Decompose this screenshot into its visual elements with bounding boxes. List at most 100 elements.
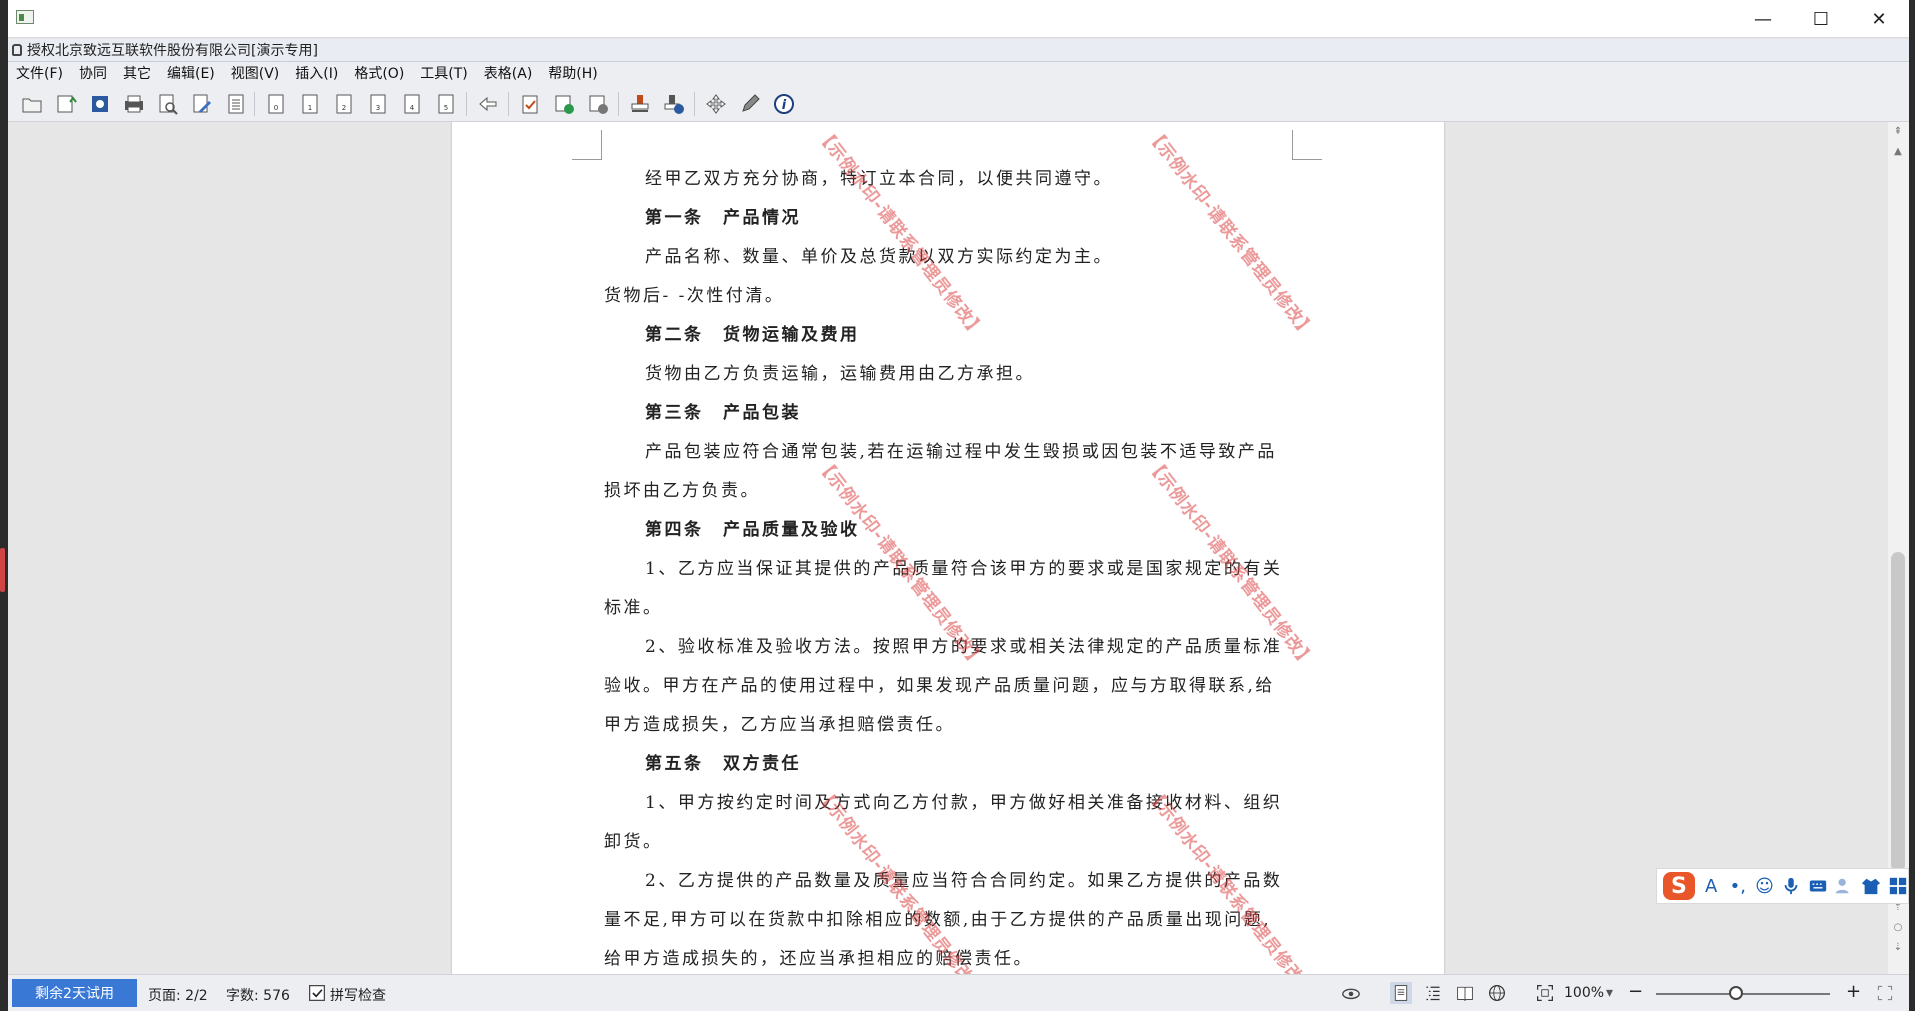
app-window: — ☐ ✕ 授权北京致远互联软件股份有限公司[演示专用] 文件(F) 协同 其它… <box>0 0 1915 1011</box>
document-page[interactable]: 经甲乙双方充分协商，特订立本合同，以便共同遵守。 第一条 产品情况 产品名称、数量、… <box>452 122 1444 974</box>
zoom-in-icon[interactable]: + <box>1846 981 1861 1002</box>
back-arrow-icon[interactable] <box>474 92 502 116</box>
title-bar: — ☐ ✕ <box>8 0 1909 38</box>
info-icon[interactable]: i <box>770 92 798 116</box>
fullscreen-icon[interactable] <box>1874 982 1896 1004</box>
zoom-out-icon[interactable]: − <box>1628 981 1643 1002</box>
page-1-icon[interactable]: 1 <box>296 92 324 116</box>
pen-icon[interactable] <box>736 92 764 116</box>
menu-collab[interactable]: 协同 <box>71 63 115 85</box>
page-4-icon[interactable]: 4 <box>398 92 426 116</box>
menu-view[interactable]: 视图(V) <box>223 63 288 85</box>
user-icon[interactable] <box>1834 875 1855 897</box>
next-page-icon[interactable]: ⇣ <box>1891 942 1905 953</box>
menu-format[interactable]: 格式(O) <box>346 63 412 85</box>
right-screen-edge <box>1909 0 1915 1011</box>
ime-punct-icon[interactable]: •, <box>1728 875 1749 897</box>
document-line[interactable]: 甲方造成损失，乙方应当承担赔偿责任。 <box>604 706 1294 745</box>
document-line[interactable]: 1、乙方应当保证其提供的产品质量符合该甲方的要求或是国家规定的有关 <box>604 550 1294 589</box>
keyboard-icon[interactable] <box>1807 875 1828 897</box>
ime-toolbar: S A •, ☺ <box>1656 868 1909 904</box>
maximize-button[interactable]: ☐ <box>1792 0 1850 38</box>
svg-text:2: 2 <box>342 104 346 112</box>
page-select-icon[interactable]: ○ <box>1891 922 1905 933</box>
page-3-icon[interactable]: 3 <box>364 92 392 116</box>
toolbar-separator <box>694 92 695 116</box>
print-preview-icon[interactable] <box>154 92 182 116</box>
menu-file[interactable]: 文件(F) <box>8 63 71 85</box>
page-2-icon[interactable]: 2 <box>330 92 358 116</box>
scroll-top-icon[interactable]: ⇞ <box>1891 126 1905 137</box>
scroll-up-icon[interactable]: ▲ <box>1891 146 1905 157</box>
scrollbar-thumb[interactable] <box>1891 552 1905 872</box>
approve-doc-icon[interactable] <box>550 92 578 116</box>
page-indicator: 页面: 2/2 <box>148 988 208 1004</box>
page-icon[interactable] <box>222 92 250 116</box>
svg-text:i: i <box>782 98 787 113</box>
document-line[interactable]: 验收。甲方在产品的使用过程中，如果发现产品质量问题，应与方取得联系,给 <box>604 667 1294 706</box>
document-heading[interactable]: 第三条 产品包装 <box>604 394 1294 433</box>
signature-icon[interactable] <box>660 92 688 116</box>
minimize-button[interactable]: — <box>1734 0 1792 38</box>
check-doc-icon[interactable] <box>516 92 544 116</box>
save-upload-icon[interactable] <box>52 92 80 116</box>
fit-page-icon[interactable] <box>1534 982 1556 1004</box>
web-view-icon[interactable] <box>1486 982 1508 1004</box>
vertical-scrollbar[interactable]: ⇞ ▲ ⇡ ○ ⇣ <box>1888 122 1909 974</box>
zoom-slider[interactable] <box>1656 993 1830 995</box>
document-line[interactable]: 2、乙方提供的产品数量及质量应当符合合同约定。如果乙方提供的产品数 <box>604 862 1294 901</box>
menu-other[interactable]: 其它 <box>115 63 159 85</box>
document-workspace: 经甲乙双方充分协商，特订立本合同，以便共同遵守。 第一条 产品情况 产品名称、数量、… <box>8 122 1888 974</box>
read-view-icon[interactable] <box>1454 982 1476 1004</box>
menu-insert[interactable]: 插入(I) <box>287 63 346 85</box>
page-corner-mark <box>1292 130 1322 160</box>
apps-icon[interactable] <box>1887 875 1908 897</box>
document-line[interactable]: 产品包装应符合通常包装,若在运输过程中发生毁损或因包装不适导致产品 <box>604 433 1294 472</box>
lock-icon <box>12 44 22 56</box>
emoji-icon[interactable]: ☺ <box>1754 875 1775 897</box>
document-heading[interactable]: 第五条 双方责任 <box>604 745 1294 784</box>
spellcheck-toggle[interactable]: 拼写检查 <box>330 985 386 1005</box>
menu-bar: 文件(F) 协同 其它 编辑(E) 视图(V) 插入(I) 格式(O) 工具(T… <box>8 62 1909 86</box>
zoom-dropdown-icon[interactable]: ▾ <box>1606 985 1613 1001</box>
settings-icon[interactable] <box>86 92 114 116</box>
reject-doc-icon[interactable] <box>584 92 612 116</box>
toolbar: 0 1 2 3 4 5 i <box>8 86 1909 122</box>
shirt-icon[interactable] <box>1861 875 1882 897</box>
trial-button[interactable]: 剩余2天试用 <box>12 979 137 1007</box>
menu-edit[interactable]: 编辑(E) <box>159 63 223 85</box>
left-screen-edge <box>0 0 8 1011</box>
status-bar: 剩余2天试用 页面: 2/2 字数: 576 拼写检查 100% ▾ − + <box>8 974 1909 1011</box>
document-line[interactable]: 1、甲方按约定时间及方式向乙方付款，甲方做好相关准备接收材料、组织 <box>604 784 1294 823</box>
document-heading[interactable]: 第一条 产品情况 <box>604 199 1294 238</box>
menu-help[interactable]: 帮助(H) <box>540 63 605 85</box>
ime-logo[interactable]: S <box>1663 872 1695 900</box>
mic-icon[interactable] <box>1781 875 1802 897</box>
zoom-slider-knob[interactable] <box>1729 986 1744 1000</box>
svg-text:1: 1 <box>308 104 312 112</box>
outline-view-icon[interactable] <box>1422 982 1444 1004</box>
svg-text:3: 3 <box>376 104 380 112</box>
eye-icon[interactable] <box>1340 982 1362 1004</box>
toolbar-separator <box>508 92 509 116</box>
toolbar-separator <box>618 92 619 116</box>
page-5-icon[interactable]: 5 <box>432 92 460 116</box>
edit-doc-icon[interactable] <box>188 92 216 116</box>
toolbar-separator <box>466 92 467 116</box>
edge-marker <box>0 548 5 592</box>
close-button[interactable]: ✕ <box>1850 0 1908 38</box>
page-0-icon[interactable]: 0 <box>262 92 290 116</box>
print-icon[interactable] <box>120 92 148 116</box>
zoom-level[interactable]: 100% <box>1564 985 1604 1001</box>
toolbar-separator <box>254 92 255 116</box>
document-line[interactable]: 货物由乙方负责运输，运输费用由乙方承担。 <box>604 355 1294 394</box>
stamp-icon[interactable] <box>626 92 654 116</box>
menu-table[interactable]: 表格(A) <box>476 63 541 85</box>
move-icon[interactable] <box>702 92 730 116</box>
page-view-icon[interactable] <box>1390 982 1412 1004</box>
checkbox-icon[interactable] <box>306 982 328 1004</box>
menu-tools[interactable]: 工具(T) <box>412 63 475 85</box>
ime-char-icon[interactable]: A <box>1701 875 1722 897</box>
open-folder-icon[interactable] <box>18 92 46 116</box>
document-heading[interactable]: 第二条 货物运输及费用 <box>604 316 1294 355</box>
